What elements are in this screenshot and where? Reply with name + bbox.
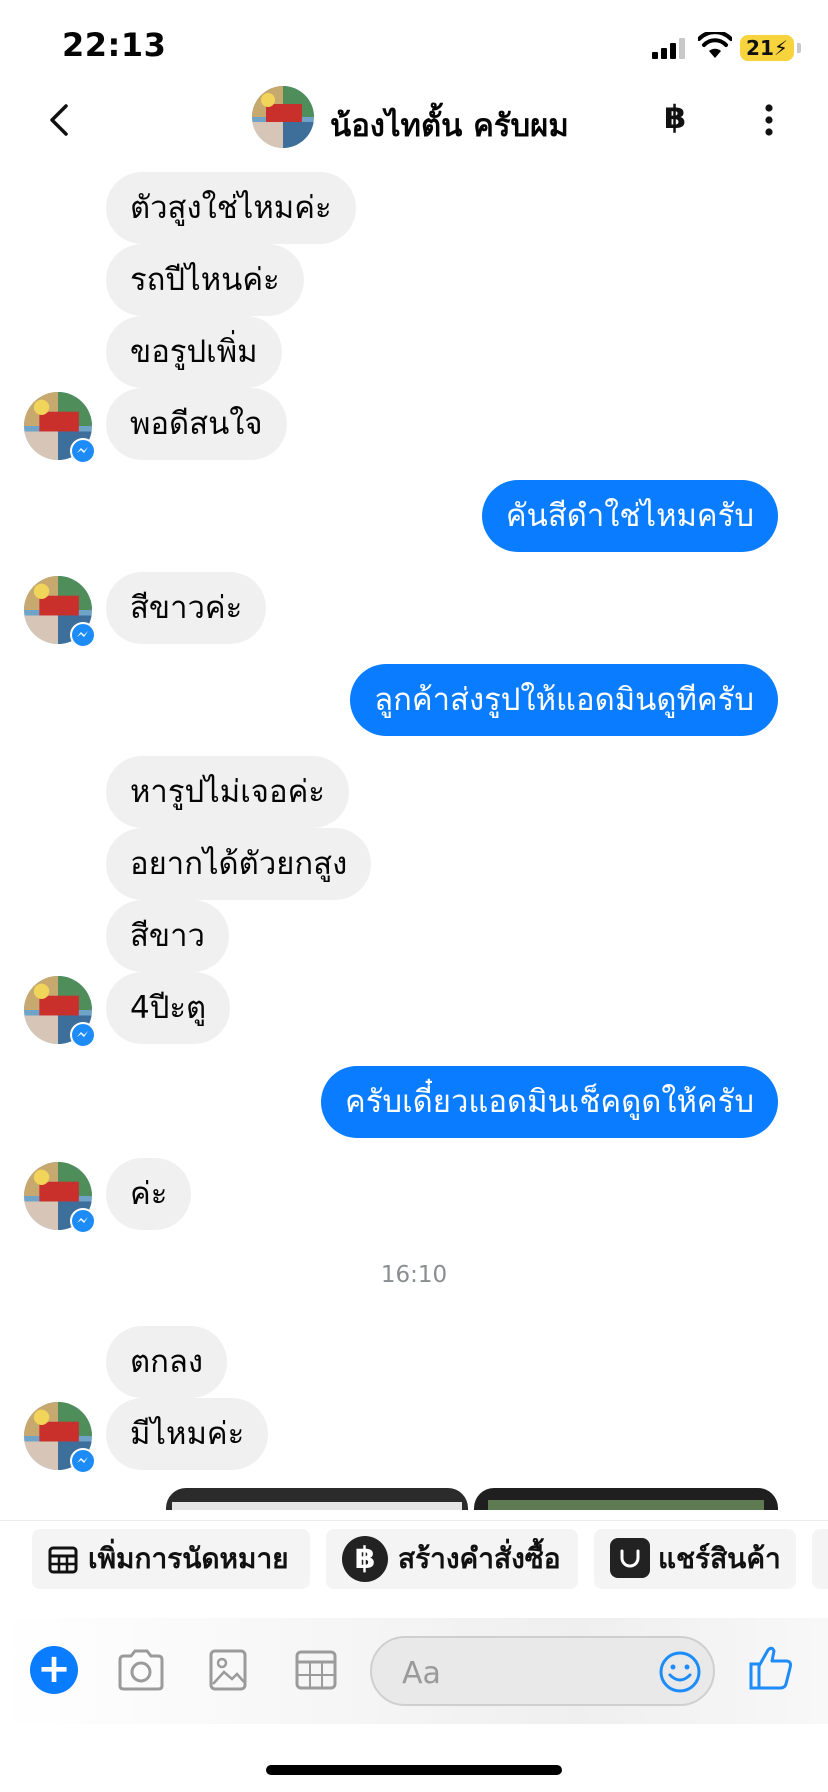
message-input[interactable] [400, 1650, 624, 1696]
messenger-badge-icon [70, 438, 96, 464]
sender-avatar[interactable] [24, 392, 96, 464]
emoji-icon[interactable] [658, 1650, 702, 1694]
incoming-message[interactable]: มีไหมค่ะ [106, 1398, 269, 1470]
calendar-grid-icon[interactable] [294, 1648, 338, 1692]
more-options-icon[interactable] [762, 100, 776, 140]
add-appointment-label: เพิ่มการนัดหมาย [88, 1542, 289, 1575]
incoming-message[interactable]: สีขาว [106, 900, 229, 972]
create-order-label: สร้างคำสั่งซื้อ [398, 1542, 561, 1575]
more-actions-chip[interactable] [812, 1529, 828, 1589]
shopping-bag-icon [610, 1538, 650, 1578]
cellular-signal-icon [652, 38, 685, 59]
sender-avatar[interactable] [24, 1402, 96, 1474]
outgoing-message[interactable]: ครับเดี๋ยวแอดมินเช็คดูดให้ครับ [321, 1066, 778, 1138]
baht-icon[interactable]: ฿ [664, 98, 686, 136]
battery-icon: 21⚡ [740, 35, 794, 61]
camera-icon[interactable] [116, 1648, 166, 1692]
sender-avatar[interactable] [24, 576, 96, 648]
calendar-grid-icon [48, 1546, 78, 1574]
message-input-field[interactable] [370, 1636, 715, 1706]
battery-level: 21⚡ [746, 36, 788, 60]
add-appointment-button[interactable]: เพิ่มการนัดหมาย [32, 1529, 310, 1589]
incoming-message[interactable]: รถปีไหนค่ะ [106, 244, 304, 316]
incoming-message[interactable]: อยากได้ตัวยกสูง [106, 828, 372, 900]
contact-avatar[interactable] [252, 86, 314, 148]
outgoing-message[interactable]: คันสีดำใช่ไหมครับ [481, 480, 778, 552]
incoming-message[interactable]: ค่ะ [106, 1158, 192, 1230]
gallery-icon[interactable] [208, 1648, 248, 1692]
plus-icon[interactable]: + [30, 1646, 78, 1694]
messenger-badge-icon [70, 1022, 96, 1048]
share-product-label: แชร์สินค้า [658, 1542, 781, 1575]
back-chevron-icon[interactable] [40, 100, 80, 140]
photo-thumbnail[interactable] [474, 1488, 778, 1510]
incoming-message[interactable]: พอดีสนใจ [106, 388, 287, 460]
message-timestamp: 16:10 [380, 1262, 448, 1288]
message-composer: + [0, 1618, 828, 1724]
outgoing-message[interactable]: ลูกค้าส่งรูปให้แอดมินดูทีครับ [350, 664, 778, 736]
wifi-icon [698, 32, 732, 58]
messenger-badge-icon [70, 1208, 96, 1234]
quick-actions-bar: เพิ่มการนัดหมาย ฿ สร้างคำสั่งซื้อ แชร์สิ… [0, 1520, 828, 1601]
create-order-button[interactable]: ฿ สร้างคำสั่งซื้อ [326, 1529, 578, 1589]
share-product-button[interactable]: แชร์สินค้า [594, 1529, 796, 1589]
sender-avatar[interactable] [24, 976, 96, 1048]
incoming-message[interactable]: ขอรูปเพิ่ม [106, 316, 282, 388]
messenger-badge-icon [70, 1448, 96, 1474]
incoming-message[interactable]: ตกลง [106, 1326, 228, 1398]
messenger-badge-icon [70, 622, 96, 648]
incoming-message[interactable]: สีขาวค่ะ [106, 572, 267, 644]
photo-thumbnail[interactable] [166, 1488, 468, 1510]
avatar-image [252, 86, 314, 148]
contact-name[interactable]: น้องไทตั้น ครับผม [330, 100, 569, 150]
incoming-message[interactable]: ตัวสูงใช่ไหมค่ะ [106, 172, 356, 244]
home-indicator[interactable] [266, 1765, 562, 1775]
baht-icon: ฿ [342, 1536, 388, 1582]
image-attachments[interactable] [166, 1488, 778, 1510]
like-thumbs-up-icon[interactable] [748, 1644, 794, 1692]
chat-header: น้องไทตั้น ครับผม ฿ [0, 80, 828, 160]
incoming-message[interactable]: หารูปไม่เจอค่ะ [106, 756, 349, 828]
incoming-message[interactable]: 4ปีะตู [106, 972, 231, 1044]
sender-avatar[interactable] [24, 1162, 96, 1234]
battery-cap [797, 43, 801, 53]
status-time: 22:13 [62, 26, 167, 64]
